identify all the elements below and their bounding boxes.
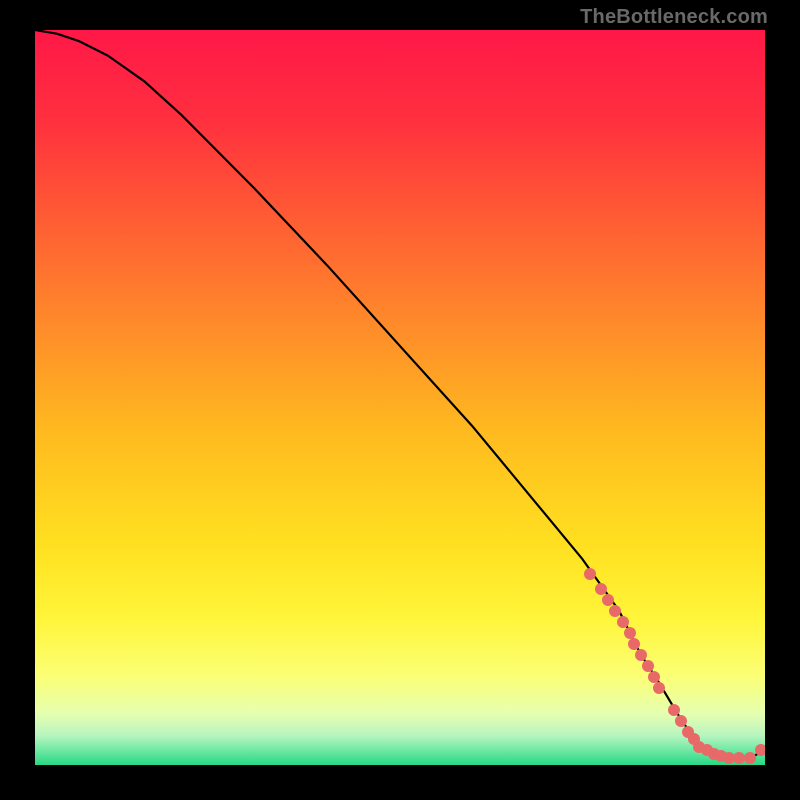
chart-stage: TheBottleneck.com <box>0 0 800 800</box>
plot-area <box>35 30 765 765</box>
bottleneck-curve <box>35 30 765 758</box>
curve-layer <box>35 30 765 765</box>
attribution-text: TheBottleneck.com <box>580 6 768 29</box>
